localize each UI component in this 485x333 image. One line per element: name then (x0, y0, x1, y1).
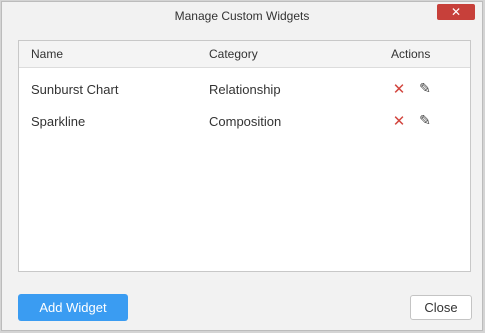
add-widget-button[interactable]: Add Widget (18, 294, 128, 321)
widget-category: Relationship (209, 82, 281, 97)
column-header-name[interactable]: Name (31, 47, 63, 61)
edit-icon[interactable]: ✎ (417, 112, 433, 130)
dialog-title: Manage Custom Widgets (174, 9, 310, 23)
grid-header: Name Category Actions (19, 41, 470, 68)
widgets-grid: Name Category Actions Sunburst Chart Rel… (18, 40, 471, 272)
column-header-category[interactable]: Category (209, 47, 258, 61)
column-header-actions: Actions (391, 47, 431, 61)
manage-widgets-dialog: Manage Custom Widgets ✕ Name Category Ac… (1, 1, 483, 331)
widget-name: Sunburst Chart (31, 82, 119, 97)
delete-icon[interactable]: ✕ (391, 112, 407, 130)
dialog-titlebar: Manage Custom Widgets ✕ (2, 2, 482, 29)
widget-name: Sparkline (31, 114, 86, 129)
close-icon[interactable]: ✕ (437, 4, 475, 20)
table-row[interactable]: Sunburst Chart Relationship ✕ ✎ (19, 74, 470, 106)
edit-icon[interactable]: ✎ (417, 80, 433, 98)
widget-category: Composition (209, 114, 282, 129)
table-row[interactable]: Sparkline Composition ✕ ✎ (19, 106, 470, 138)
delete-icon[interactable]: ✕ (391, 80, 407, 98)
close-button[interactable]: Close (410, 295, 472, 320)
